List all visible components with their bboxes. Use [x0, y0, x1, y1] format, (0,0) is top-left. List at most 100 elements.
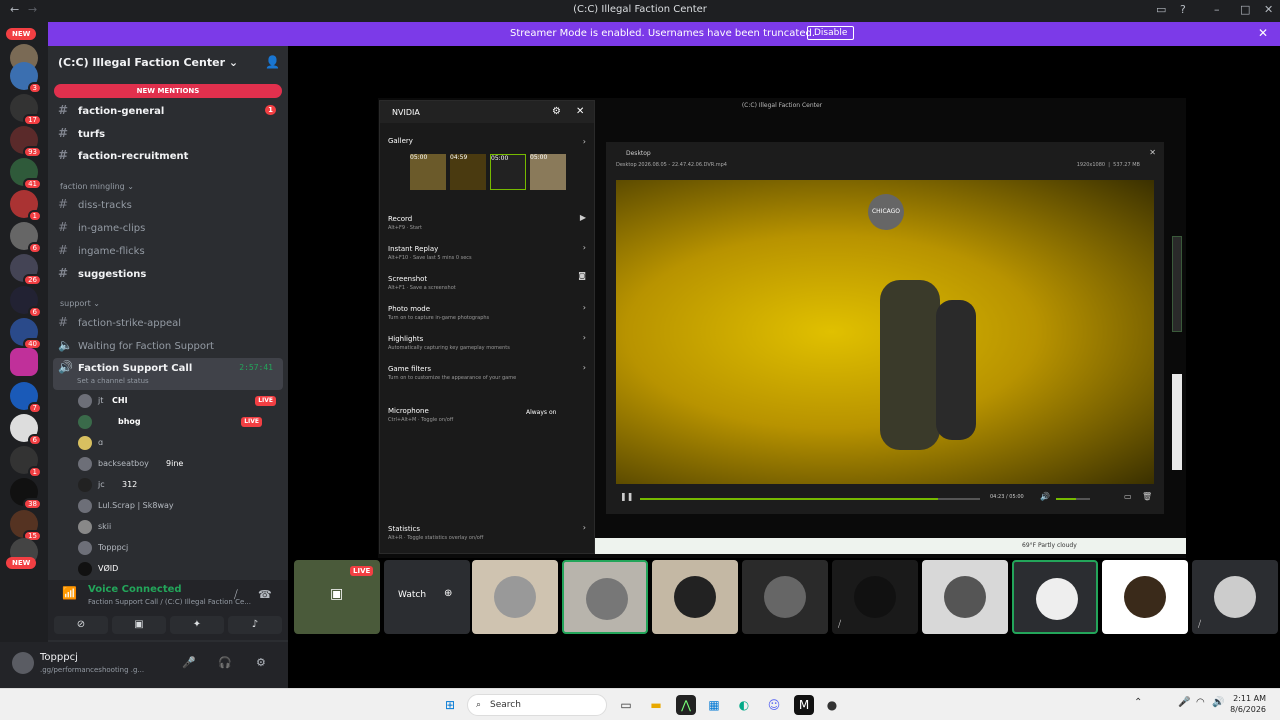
close-icon[interactable]: ✕: [576, 106, 584, 117]
volume-slider[interactable]: [1056, 498, 1090, 500]
app-icon[interactable]: ●: [822, 695, 842, 715]
server-icon[interactable]: 7: [10, 382, 42, 414]
camera-off-button[interactable]: ⊘: [54, 616, 108, 634]
participant-tile[interactable]: [922, 560, 1008, 634]
server-icon[interactable]: 6: [10, 286, 42, 318]
wifi-icon[interactable]: ◠: [1196, 697, 1205, 708]
chevron-right-icon[interactable]: ›: [583, 363, 586, 372]
server-icon[interactable]: 1: [10, 190, 42, 222]
server-icon[interactable]: 93: [10, 126, 42, 158]
participant-tile[interactable]: [562, 560, 648, 634]
channel-suggestions[interactable]: # suggestions: [58, 264, 282, 282]
screenshot-item[interactable]: Screenshot Alt+F1 · Save a screenshot: [388, 275, 588, 291]
gallery-thumb[interactable]: 05:00: [490, 154, 526, 190]
share-screen-button[interactable]: ▣: [112, 616, 166, 634]
voice-member[interactable]: Topppcj: [78, 539, 284, 557]
category-support[interactable]: support ⌄: [60, 299, 100, 308]
new-pill-bottom[interactable]: NEW: [6, 557, 37, 569]
username[interactable]: Topppcj: [40, 652, 78, 663]
taskbar-search[interactable]: ⌕ Search: [467, 694, 607, 716]
record-item[interactable]: Record Alt+F9 · Start: [388, 215, 588, 231]
terminal-icon[interactable]: ⋀: [676, 695, 696, 715]
gallery-item[interactable]: Gallery: [388, 137, 588, 145]
folder-icon[interactable]: ▭: [1124, 492, 1132, 501]
gallery-thumb[interactable]: 05:00: [410, 154, 446, 190]
camera-icon[interactable]: ◙: [578, 271, 586, 280]
participant-tile[interactable]: [472, 560, 558, 634]
noise-suppression-icon[interactable]: ⧸: [234, 588, 238, 602]
edge-icon[interactable]: ◐: [734, 695, 754, 715]
channel-ingame-flicks[interactable]: # ingame-flicks: [58, 241, 282, 259]
disable-streamer-button[interactable]: Disable: [807, 26, 855, 40]
store-icon[interactable]: ▦: [704, 695, 724, 715]
stream-tile[interactable]: LIVE ▣: [294, 560, 380, 634]
participant-tile[interactable]: [652, 560, 738, 634]
chevron-right-icon[interactable]: ›: [583, 137, 586, 146]
inbox-icon[interactable]: ▭: [1156, 3, 1166, 16]
server-icon[interactable]: [10, 348, 38, 376]
chevron-right-icon[interactable]: ›: [583, 303, 586, 312]
voice-member[interactable]: VØID: [78, 560, 284, 578]
video-frame[interactable]: CHICAGO: [616, 180, 1154, 484]
progress-track[interactable]: [640, 498, 980, 500]
watch-tile[interactable]: Watch ⊕: [384, 560, 470, 634]
volume-icon[interactable]: 🔊: [1212, 697, 1224, 708]
gallery-thumb[interactable]: 05:00: [530, 154, 566, 190]
clock[interactable]: 2:11 AM 8/6/2026: [1230, 693, 1266, 715]
add-member-icon[interactable]: 👤: [265, 55, 280, 69]
close-icon[interactable]: ✕: [1149, 148, 1156, 157]
gear-icon[interactable]: ⚙: [256, 656, 266, 669]
voice-member[interactable]: jt CHI LIVE: [78, 392, 284, 410]
voice-member[interactable]: jc 312: [78, 476, 284, 494]
watch-button[interactable]: Watch: [398, 590, 426, 600]
close-window-icon[interactable]: ✕: [1264, 3, 1273, 16]
channel-faction-strike-appeal[interactable]: # faction-strike-appeal: [58, 313, 282, 331]
help-icon[interactable]: ?: [1180, 3, 1186, 16]
chevron-up-icon[interactable]: ⌃: [1134, 697, 1142, 708]
file-explorer-icon[interactable]: ▬: [646, 695, 666, 715]
close-banner-icon[interactable]: ✕: [1258, 26, 1268, 40]
play-icon[interactable]: ▶: [580, 213, 586, 222]
participant-tile[interactable]: ⧸: [1192, 560, 1278, 634]
channel-in-game-clips[interactable]: # in-game-clips: [58, 218, 282, 236]
channel-faction-general[interactable]: # faction-general 1: [58, 101, 282, 119]
voice-connected-label[interactable]: Voice Connected: [88, 584, 182, 595]
server-icon[interactable]: 26: [10, 254, 42, 286]
participant-tile[interactable]: [742, 560, 828, 634]
chevron-right-icon[interactable]: ›: [583, 523, 586, 532]
task-view-icon[interactable]: ▭: [616, 695, 636, 715]
server-icon[interactable]: 41: [10, 158, 42, 190]
new-pill-top[interactable]: NEW: [6, 28, 37, 40]
category-faction-mingling[interactable]: faction mingling ⌄: [60, 182, 134, 191]
voice-member[interactable]: backseatboy 9ine: [78, 455, 284, 473]
disconnect-icon[interactable]: ☎: [258, 588, 272, 601]
voice-connected-channel[interactable]: Faction Support Call / (C:C) Illegal Fac…: [88, 598, 268, 606]
server-icon[interactable]: 6: [10, 414, 42, 446]
voice-member[interactable]: bhog LIVE: [78, 413, 284, 431]
chevron-right-icon[interactable]: ›: [583, 243, 586, 252]
voice-channel-waiting[interactable]: 🔈 Waiting for Faction Support: [58, 336, 282, 354]
windows-start-icon[interactable]: ⊞: [440, 695, 460, 715]
server-icon[interactable]: 15: [10, 510, 42, 542]
gallery-thumb[interactable]: 04:59: [450, 154, 486, 190]
discord-icon[interactable]: ☺: [764, 695, 784, 715]
microphone-value[interactable]: Always on: [526, 409, 556, 416]
channel-faction-recruitment[interactable]: # faction-recruitment: [58, 146, 282, 164]
pause-icon[interactable]: ❚❚: [620, 492, 633, 501]
voice-member[interactable]: skii: [78, 518, 284, 536]
trash-icon[interactable]: 🗑: [1142, 492, 1152, 501]
server-icon[interactable]: 40: [10, 318, 42, 350]
voice-member[interactable]: ɑ: [78, 434, 284, 452]
server-icon[interactable]: 1: [10, 446, 42, 478]
new-mentions-pill[interactable]: NEW MENTIONS: [54, 84, 282, 98]
server-icon[interactable]: 17: [10, 94, 42, 126]
maximize-icon[interactable]: □: [1240, 3, 1250, 16]
soundboard-button[interactable]: ♪: [228, 616, 282, 634]
microphone-icon[interactable]: 🎤: [1178, 697, 1190, 708]
guild-name[interactable]: (C:C) Illegal Faction Center ⌄: [58, 56, 238, 69]
chevron-right-icon[interactable]: ›: [583, 333, 586, 342]
instant-replay-item[interactable]: Instant Replay Alt+F10 · Save last 5 mins…: [388, 245, 588, 261]
participant-tile[interactable]: [1012, 560, 1098, 634]
photo-mode-item[interactable]: Photo mode Turn on to capture in-game pho…: [388, 305, 588, 321]
activities-button[interactable]: ✦: [170, 616, 224, 634]
